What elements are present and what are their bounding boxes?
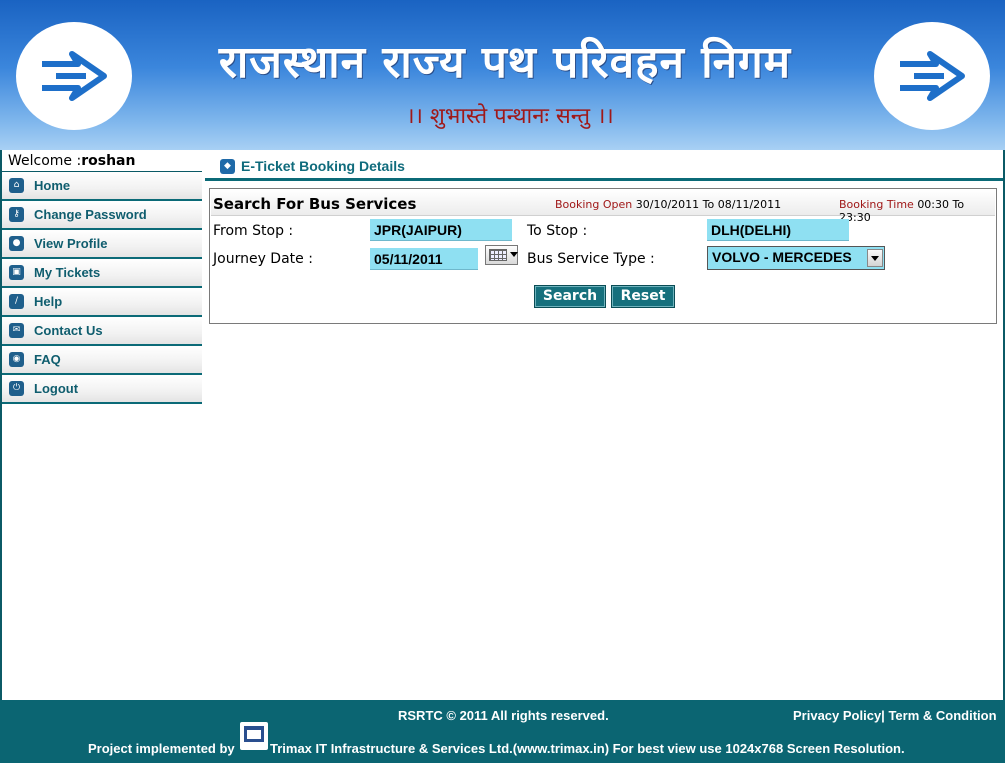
chevron-down-icon bbox=[867, 249, 883, 267]
sidebar-item-logout[interactable]: ⏻ Logout bbox=[2, 375, 202, 404]
sidebar-item-change-password[interactable]: ⚷ Change Password bbox=[2, 201, 202, 230]
tagline: ।। शुभास्ते पन्थानः सन्तु ।। bbox=[406, 104, 614, 129]
panel-title: Search For Bus Services bbox=[213, 195, 417, 213]
user-icon: ● bbox=[9, 236, 24, 251]
sidebar-item-label: Contact Us bbox=[34, 323, 103, 338]
bus-service-type-value: VOLVO - MERCEDES bbox=[712, 249, 852, 265]
chevron-down-icon bbox=[510, 252, 518, 257]
search-panel: Search For Bus Services Booking Open 30/… bbox=[209, 188, 997, 324]
sidebar-item-label: My Tickets bbox=[34, 265, 101, 280]
booking-open-range: 30/10/2011 To 08/11/2011 bbox=[635, 198, 782, 211]
bus-service-type-label: Bus Service Type : bbox=[527, 251, 655, 267]
page-title: ◆ E-Ticket Booking Details bbox=[220, 155, 405, 177]
sidebar: Welcome :roshan ⌂ Home ⚷ Change Password… bbox=[2, 150, 202, 404]
mail-icon: ✉ bbox=[9, 323, 24, 338]
booking-open-label: Booking Open bbox=[555, 198, 633, 211]
footer-links: Privacy Policy| Term & Condition bbox=[793, 708, 997, 723]
home-icon: ⌂ bbox=[9, 178, 24, 193]
site-footer: RSRTC © 2011 All rights reserved. Privac… bbox=[0, 700, 1005, 763]
trimax-logo bbox=[240, 722, 268, 750]
sidebar-item-my-tickets[interactable]: ▣ My Tickets bbox=[2, 259, 202, 288]
to-stop-label: To Stop : bbox=[527, 223, 588, 239]
diamond-icon: ◆ bbox=[220, 158, 235, 174]
key-icon: ⚷ bbox=[9, 207, 24, 222]
site-header: राजस्थान राज्य पथ परिवहन निगम ।। शुभास्त… bbox=[0, 0, 1005, 150]
calendar-picker-button[interactable] bbox=[485, 245, 518, 265]
from-stop-label: From Stop : bbox=[213, 223, 294, 239]
copyright-text: RSRTC © 2011 All rights reserved. bbox=[398, 708, 609, 723]
rsrtc-logo-right bbox=[874, 22, 990, 130]
bus-service-type-select[interactable]: VOLVO - MERCEDES bbox=[707, 246, 885, 270]
booking-time-label: Booking Time bbox=[839, 198, 914, 211]
sidebar-item-label: FAQ bbox=[34, 352, 61, 367]
organization-name: राजस्थान राज्य पथ परिवहन निगम bbox=[218, 37, 792, 88]
power-icon: ⏻ bbox=[9, 381, 24, 396]
rsrtc-logo-left bbox=[16, 22, 132, 130]
sidebar-item-faq[interactable]: ◉ FAQ bbox=[2, 346, 202, 375]
sidebar-item-label: Logout bbox=[34, 381, 79, 396]
panel-titlebar: Search For Bus Services Booking Open 30/… bbox=[211, 190, 995, 224]
chat-icon: ◉ bbox=[9, 352, 24, 367]
sidebar-item-label: Change Password bbox=[34, 207, 147, 222]
booking-time-info: Booking Time 00:30 To 23:30 bbox=[839, 198, 995, 224]
welcome-prefix: Welcome : bbox=[8, 153, 82, 169]
help-icon: / bbox=[9, 294, 24, 309]
ticket-icon: ▣ bbox=[9, 265, 24, 280]
heading-divider bbox=[205, 178, 1003, 181]
search-button[interactable]: Search bbox=[534, 285, 606, 308]
vendor-credit: Trimax IT Infrastructure & Services Ltd.… bbox=[270, 741, 905, 756]
trimax-logo-mark bbox=[244, 726, 264, 742]
sidebar-item-label: Help bbox=[34, 294, 63, 309]
username: roshan bbox=[81, 153, 136, 169]
welcome-message: Welcome :roshan bbox=[2, 150, 202, 172]
sidebar-item-label: View Profile bbox=[34, 236, 108, 251]
sidebar-item-label: Home bbox=[34, 178, 71, 193]
journey-date-label: Journey Date : bbox=[213, 251, 313, 267]
calendar-icon bbox=[489, 249, 507, 261]
footer-separator: | bbox=[881, 708, 885, 723]
terms-link[interactable]: Term & Condition bbox=[888, 708, 996, 723]
reset-button[interactable]: Reset bbox=[611, 285, 675, 308]
page-title-text: E-Ticket Booking Details bbox=[241, 158, 405, 174]
to-stop-input[interactable]: DLH(DELHI) bbox=[707, 219, 849, 241]
privacy-policy-link[interactable]: Privacy Policy bbox=[793, 708, 881, 723]
journey-date-input[interactable]: 05/11/2011 bbox=[370, 248, 478, 270]
project-implemented-label: Project implemented by bbox=[88, 741, 235, 756]
sidebar-item-view-profile[interactable]: ● View Profile bbox=[2, 230, 202, 259]
booking-open-info: Booking Open 30/10/2011 To 08/11/2011 bbox=[555, 198, 781, 211]
sidebar-item-help[interactable]: / Help bbox=[2, 288, 202, 317]
sidebar-item-home[interactable]: ⌂ Home bbox=[2, 172, 202, 201]
from-stop-input[interactable]: JPR(JAIPUR) bbox=[370, 219, 512, 241]
sidebar-item-contact-us[interactable]: ✉ Contact Us bbox=[2, 317, 202, 346]
